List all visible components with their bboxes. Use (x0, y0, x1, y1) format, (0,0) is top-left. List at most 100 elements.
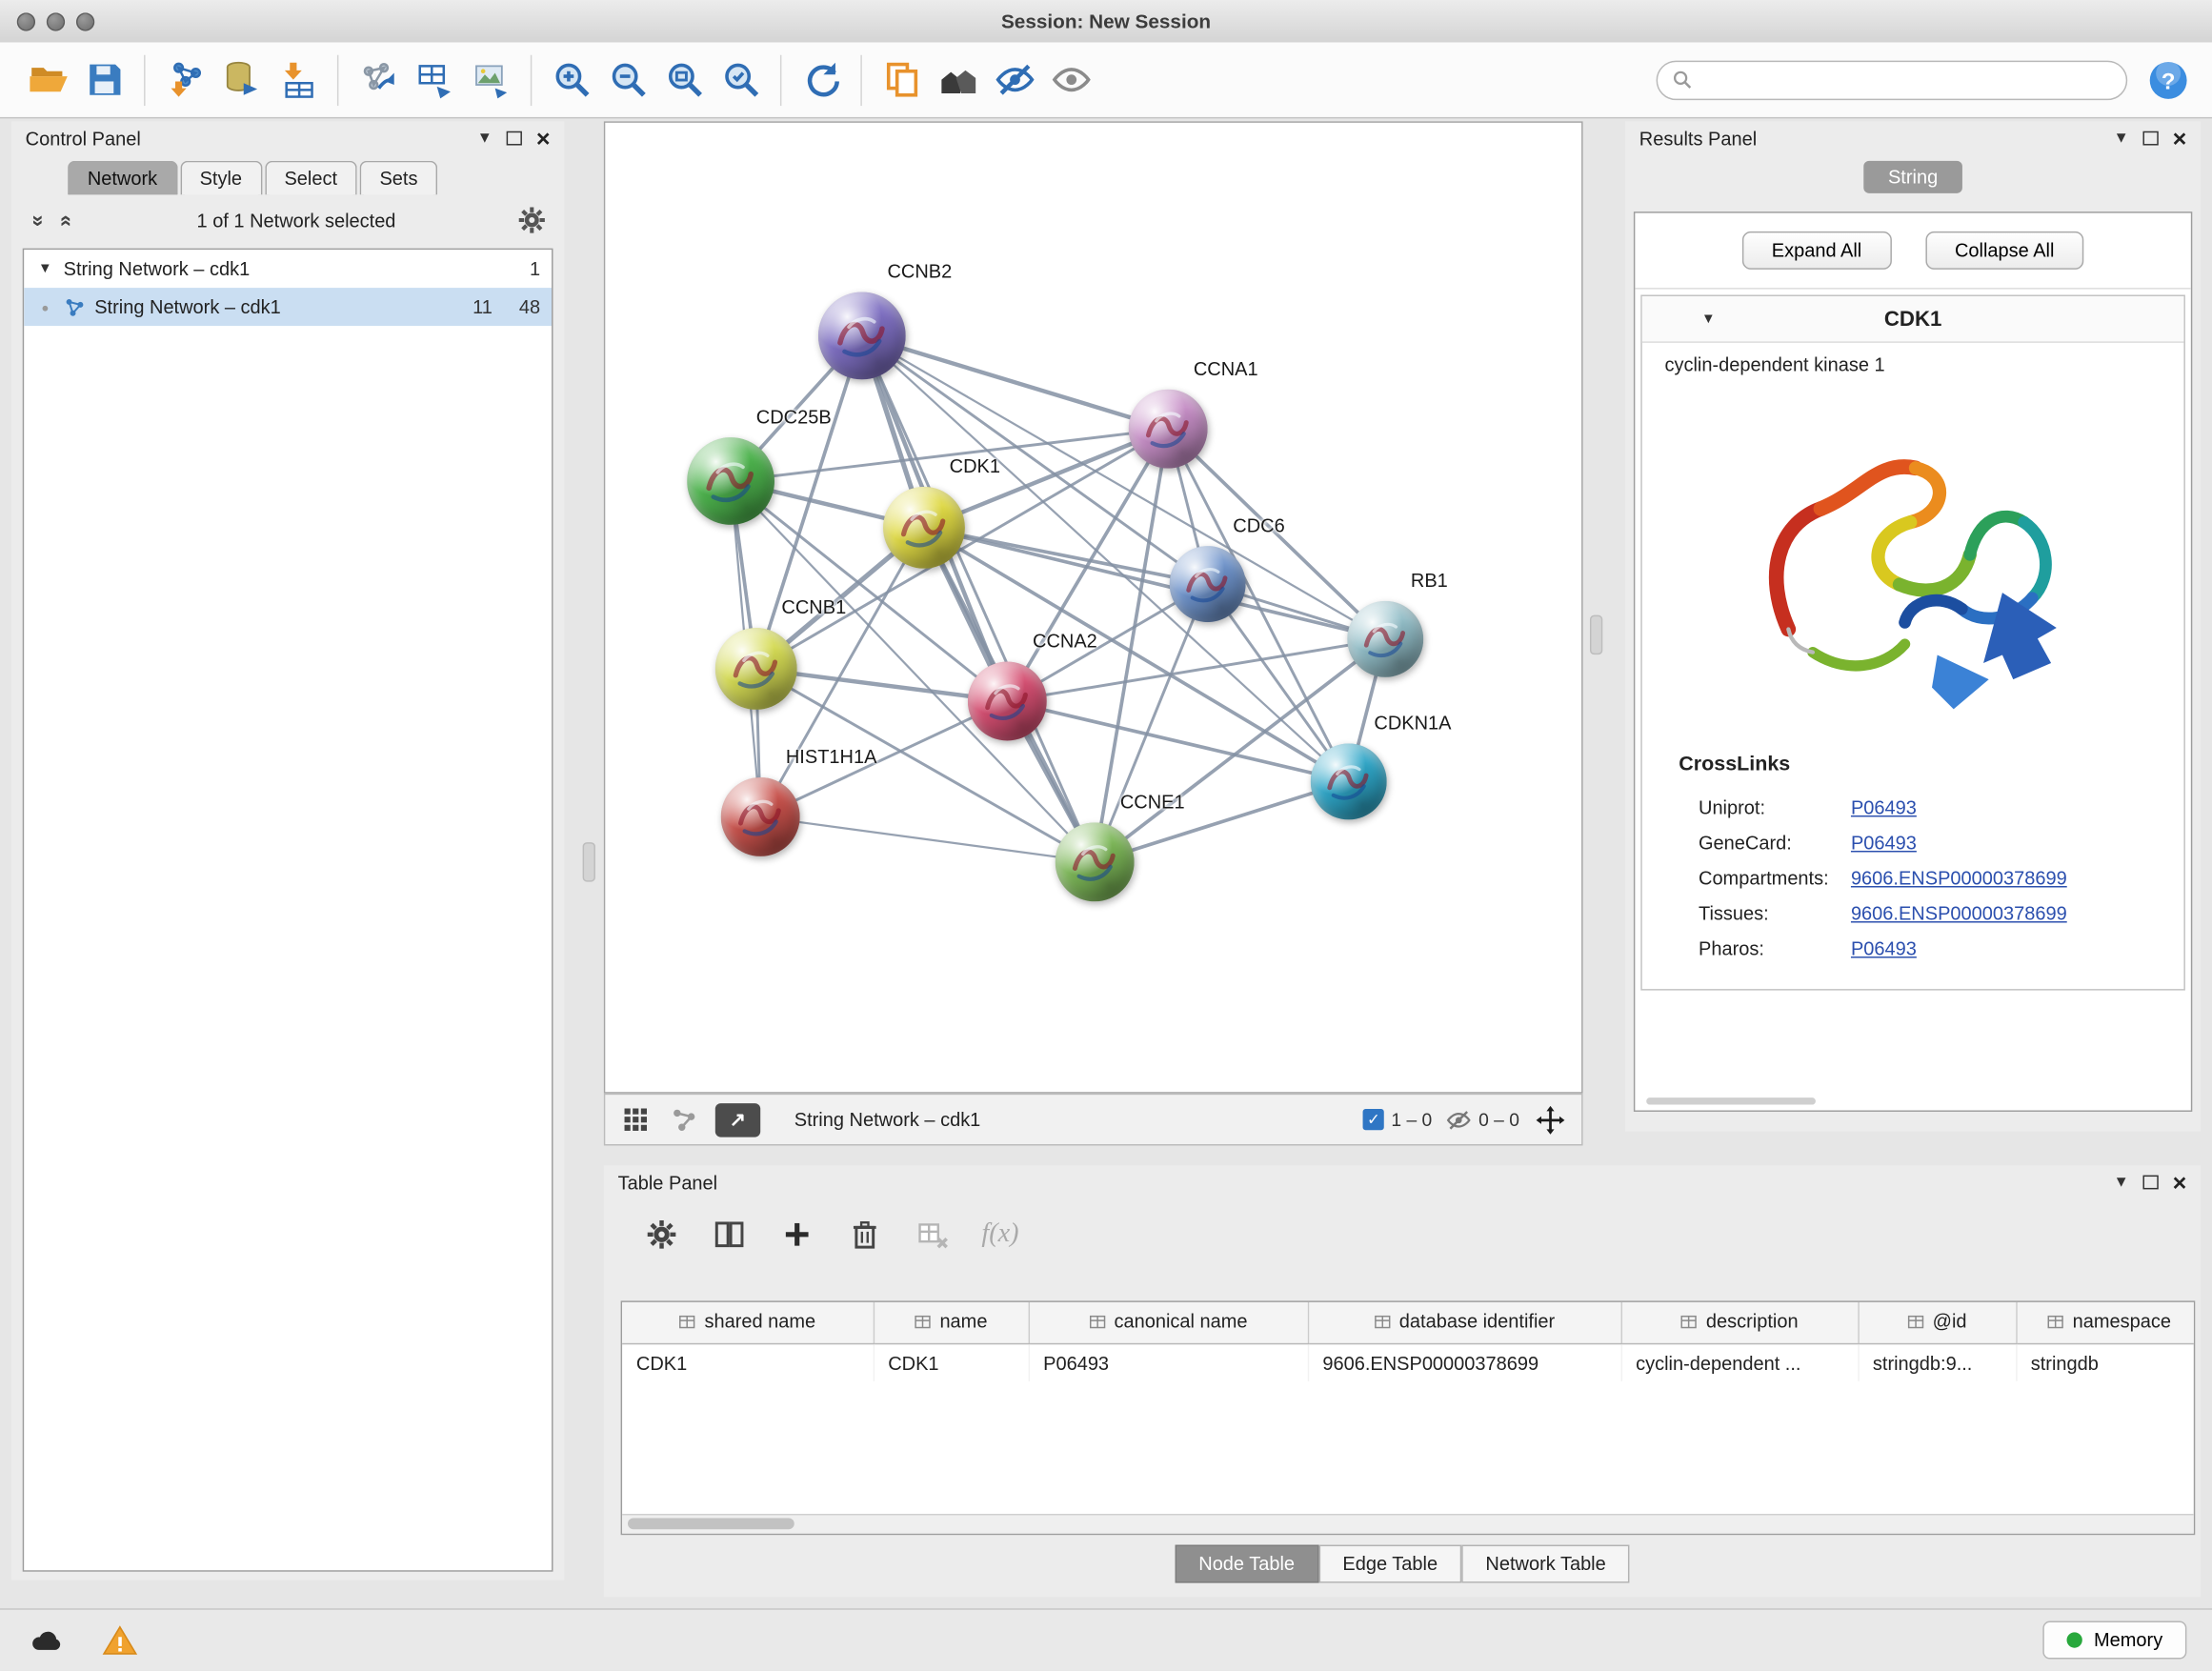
show-all-button[interactable] (1042, 51, 1098, 108)
network-node-CCNE1[interactable] (1056, 822, 1135, 901)
collapse-all-icon[interactable]: » (26, 211, 50, 231)
close-panel-icon[interactable]: × (536, 127, 551, 151)
tab-network-table[interactable]: Network Table (1461, 1545, 1630, 1583)
horizontal-scrollbar[interactable] (622, 1514, 2194, 1534)
import-network-file-button[interactable] (156, 51, 212, 108)
save-session-button[interactable] (76, 51, 132, 108)
crosslink-link[interactable]: P06493 (1851, 833, 2170, 854)
network-canvas[interactable]: CCNB2CCNA1CDC25BCDK1CDC6RB1CCNB1CCNA2CDK… (604, 121, 1583, 1093)
network-node-CCNB1[interactable] (715, 628, 797, 710)
collapse-panel-icon[interactable]: ▼ (477, 130, 493, 147)
collection-disclosure-icon[interactable]: ▼ (35, 261, 55, 276)
network-options-button[interactable] (516, 205, 548, 236)
cell-database-identifier[interactable]: 9606.ENSP00000378699 (1308, 1344, 1621, 1381)
memory-button[interactable]: Memory (2043, 1621, 2187, 1660)
home-button[interactable] (930, 51, 986, 108)
close-panel-icon[interactable]: × (2173, 1170, 2187, 1194)
network-row[interactable]: ● String Network – cdk1 11 48 (24, 288, 552, 326)
network-edge[interactable] (760, 816, 1095, 861)
network-node-CDC6[interactable] (1170, 546, 1246, 622)
network-share-button[interactable] (667, 1102, 701, 1137)
zoom-selected-button[interactable] (713, 51, 769, 108)
warnings-button[interactable] (99, 1619, 141, 1661)
crosslink-link[interactable]: 9606.ENSP00000378699 (1851, 903, 2170, 924)
export-network-button[interactable] (350, 51, 406, 108)
network-node-CCNA2[interactable] (968, 662, 1047, 741)
zoom-fit-button[interactable] (656, 51, 713, 108)
column-header[interactable]: database identifier (1308, 1302, 1621, 1344)
network-node-CCNB2[interactable] (818, 292, 906, 380)
zoom-in-button[interactable] (543, 51, 599, 108)
column-header[interactable]: canonical name (1029, 1302, 1308, 1344)
zoom-out-button[interactable] (599, 51, 655, 108)
birds-eye-view-button[interactable] (619, 1102, 654, 1137)
horizontal-scrollbar[interactable] (1646, 1097, 1816, 1104)
export-image-button[interactable] (463, 51, 519, 108)
cell-shared-name[interactable]: CDK1 (622, 1344, 874, 1381)
float-panel-icon[interactable] (507, 131, 522, 146)
detach-view-button[interactable]: ↗ (715, 1102, 760, 1137)
cell-canonical-name[interactable]: P06493 (1029, 1344, 1308, 1381)
network-node-HIST1H1A[interactable] (721, 777, 800, 856)
collapse-panel-icon[interactable]: ▼ (2114, 130, 2129, 147)
search-input[interactable] (1701, 68, 2112, 91)
cloud-status-button[interactable] (26, 1619, 68, 1661)
splitter-handle[interactable] (583, 842, 595, 881)
network-node-CCNA1[interactable] (1129, 390, 1208, 469)
close-panel-icon[interactable]: × (2173, 127, 2187, 151)
splitter-handle[interactable] (1590, 615, 1602, 654)
network-edge[interactable] (862, 335, 1168, 429)
collapse-all-button[interactable]: Collapse All (1925, 232, 2084, 270)
cell-name[interactable]: CDK1 (874, 1344, 1029, 1381)
import-table-button[interactable] (270, 51, 326, 108)
network-collection-row[interactable]: ▼ String Network – cdk1 1 (24, 250, 552, 288)
gene-disclosure-icon[interactable]: ▼ (1699, 312, 1719, 327)
tab-style[interactable]: Style (180, 161, 262, 195)
crosslink-link[interactable]: 9606.ENSP00000378699 (1851, 868, 2170, 889)
column-header[interactable]: description (1621, 1302, 1859, 1344)
table-options-button[interactable] (640, 1214, 682, 1256)
network-node-CDKN1A[interactable] (1311, 743, 1387, 819)
import-network-database-button[interactable] (213, 51, 270, 108)
apply-layout-button[interactable] (793, 51, 849, 108)
cell-id[interactable]: stringdb:9... (1858, 1344, 2016, 1381)
add-column-button[interactable] (775, 1214, 817, 1256)
column-header[interactable]: shared name (622, 1302, 874, 1344)
network-node-CDC25B[interactable] (687, 437, 774, 525)
export-table-button[interactable] (406, 51, 462, 108)
tab-edge-table[interactable]: Edge Table (1318, 1545, 1461, 1583)
copy-button[interactable] (874, 51, 930, 108)
column-header[interactable]: @id (1858, 1302, 2016, 1344)
crosslink-link[interactable]: P06493 (1851, 938, 2170, 959)
scrollbar-thumb[interactable] (628, 1518, 794, 1529)
network-node-RB1[interactable] (1347, 601, 1423, 677)
cell-namespace[interactable]: stringdb (2016, 1344, 2195, 1381)
expand-all-button[interactable]: Expand All (1742, 232, 1892, 270)
network-edge[interactable] (1007, 701, 1348, 781)
open-session-button[interactable] (20, 51, 76, 108)
float-panel-icon[interactable] (2143, 131, 2159, 146)
expand-all-icon[interactable]: « (54, 211, 78, 231)
hide-selected-button[interactable] (986, 51, 1042, 108)
gene-section-header[interactable]: ▼ CDK1 (1642, 296, 2184, 343)
tab-select[interactable]: Select (265, 161, 357, 195)
table-row[interactable]: CDK1 CDK1 P06493 9606.ENSP00000378699 cy… (622, 1344, 2195, 1381)
function-builder-button[interactable]: f(x) (979, 1214, 1021, 1256)
tab-string[interactable]: String (1864, 160, 1962, 192)
delete-table-button[interactable] (912, 1214, 954, 1256)
delete-column-button[interactable] (844, 1214, 886, 1256)
column-header[interactable]: name (874, 1302, 1029, 1344)
network-node-CDK1[interactable] (883, 487, 965, 569)
tab-node-table[interactable]: Node Table (1175, 1545, 1318, 1583)
tab-network[interactable]: Network (68, 161, 177, 195)
collapse-panel-icon[interactable]: ▼ (2114, 1174, 2129, 1191)
select-columns-button[interactable] (708, 1214, 750, 1256)
cell-description[interactable]: cyclin-dependent ... (1621, 1344, 1859, 1381)
crosslink-link[interactable]: P06493 (1851, 797, 2170, 818)
help-button[interactable]: ? (2144, 55, 2192, 103)
pan-mode-button[interactable] (1534, 1102, 1568, 1137)
float-panel-icon[interactable] (2143, 1176, 2159, 1190)
network-edge[interactable] (862, 335, 1095, 861)
column-header[interactable]: namespace (2016, 1302, 2195, 1344)
tab-sets[interactable]: Sets (360, 161, 437, 195)
